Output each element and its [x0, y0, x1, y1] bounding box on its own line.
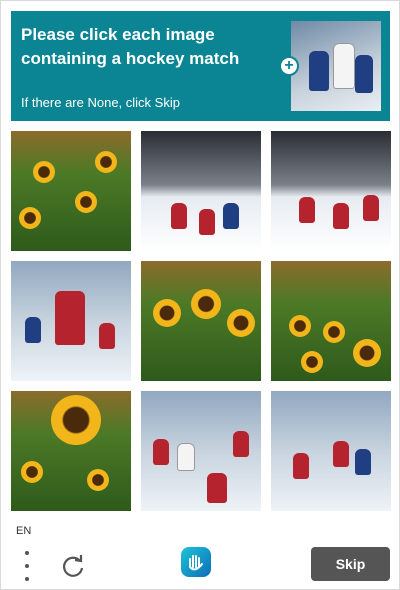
sunflower — [75, 191, 97, 213]
captcha-dialog: Please click each image containing a hoc… — [0, 0, 400, 590]
image-tile-6[interactable] — [271, 261, 391, 381]
example-player — [333, 43, 355, 89]
image-tile-3[interactable] — [271, 131, 391, 251]
hand-logo-icon — [181, 547, 211, 577]
plus-icon[interactable]: + — [279, 56, 299, 76]
challenge-subprompt: If there are None, click Skip — [21, 95, 180, 110]
image-tile-5[interactable] — [141, 261, 261, 381]
challenge-prompt: Please click each image containing a hoc… — [21, 25, 240, 68]
hockey-player — [363, 195, 379, 221]
image-tile-4[interactable] — [11, 261, 131, 381]
image-tile-2[interactable] — [141, 131, 261, 251]
skip-button[interactable]: Skip — [311, 547, 390, 581]
hockey-player — [55, 291, 85, 345]
sunflower — [191, 289, 221, 319]
hockey-player — [233, 431, 249, 457]
hockey-player — [207, 473, 227, 503]
sunflower — [87, 469, 109, 491]
sunflower — [51, 395, 101, 445]
sunflower — [289, 315, 311, 337]
sunflower — [153, 299, 181, 327]
sunflower — [21, 461, 43, 483]
sunflower — [323, 321, 345, 343]
hockey-player — [99, 323, 115, 349]
hockey-player — [153, 439, 169, 465]
hockey-player — [355, 449, 371, 475]
hockey-player — [223, 203, 239, 229]
hockey-player — [293, 453, 309, 479]
image-tile-1[interactable] — [11, 131, 131, 251]
sunflower — [95, 151, 117, 173]
language-selector[interactable]: EN — [16, 525, 31, 537]
image-tile-7[interactable] — [11, 391, 131, 511]
example-player — [309, 51, 329, 91]
hockey-player — [333, 441, 349, 467]
more-vertical-icon[interactable] — [19, 551, 35, 581]
sunflower — [227, 309, 255, 337]
hockey-player — [177, 443, 195, 471]
hockey-player — [25, 317, 41, 343]
hockey-player — [199, 209, 215, 235]
hockey-player — [333, 203, 349, 229]
sunflower — [353, 339, 381, 367]
example-player — [355, 55, 373, 93]
hockey-player — [171, 203, 187, 229]
image-tile-9[interactable] — [271, 391, 391, 511]
image-tile-8[interactable] — [141, 391, 261, 511]
example-image — [291, 21, 381, 111]
refresh-icon[interactable] — [59, 552, 87, 580]
hockey-player — [299, 197, 315, 223]
sunflower — [301, 351, 323, 373]
sunflower — [33, 161, 55, 183]
sunflower — [19, 207, 41, 229]
challenge-header: Please click each image containing a hoc… — [11, 11, 390, 121]
